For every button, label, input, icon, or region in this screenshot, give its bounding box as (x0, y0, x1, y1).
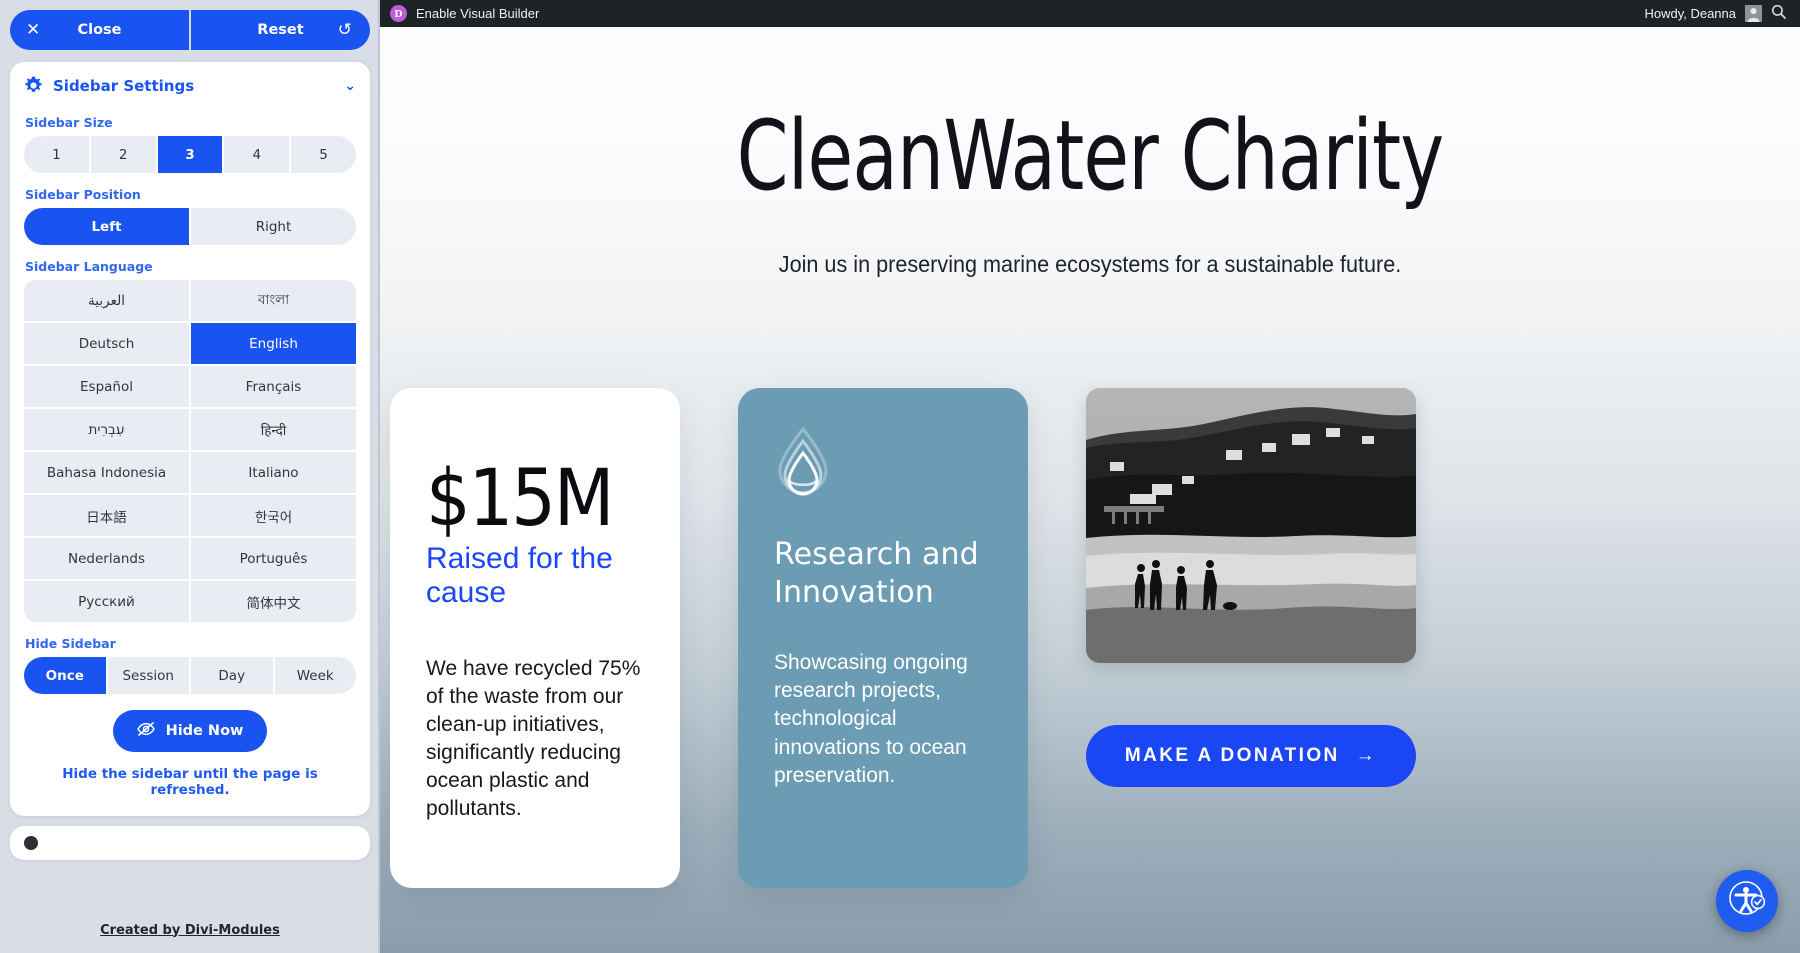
sidebar-language-option-1[interactable]: العربية (24, 280, 189, 321)
hide-now-button[interactable]: Hide Now (112, 710, 268, 752)
beach-coastline-photo (1086, 388, 1416, 663)
hide-sidebar-hint: Hide the sidebar until the page is refre… (62, 766, 318, 798)
hide-sidebar-option-3[interactable]: Day (191, 657, 273, 694)
sidebar-language-option-3[interactable]: Deutsch (24, 323, 189, 364)
sidebar-size-segmented-control: 12345 (24, 136, 356, 173)
sidebar-size-option-2[interactable]: 2 (90, 136, 156, 173)
research-card-body: Showcasing ongoing research projects, te… (774, 650, 968, 788)
accordion-icon (24, 836, 38, 850)
sidebar-settings-title: Sidebar Settings (53, 76, 195, 95)
stat-number: $15M (426, 454, 614, 544)
sidebar-language-option-4[interactable]: English (191, 323, 356, 364)
hide-sidebar-option-2[interactable]: Session (107, 657, 189, 694)
secondary-accordion-card[interactable] (10, 826, 370, 860)
sidebar-language-option-8[interactable]: हिन्दी (191, 409, 356, 450)
divi-modules-sidebar-panel: ✕ Close Reset ↺ Sidebar Settings ⌄ Sideb… (0, 0, 380, 953)
sidebar-language-grid: العربية বাংলা Deutsch English Español Françai… (24, 280, 356, 622)
water-drop-icon (774, 426, 994, 498)
donate-label: MAKE A DONATION (1124, 745, 1340, 766)
sidebar-language-option-6[interactable]: Français (191, 366, 356, 407)
make-a-donation-button[interactable]: MAKE A DONATION → (1086, 725, 1416, 787)
hide-now-wrap: Hide Now (24, 710, 356, 752)
hide-sidebar-option-4[interactable]: Week (274, 657, 356, 694)
close-label: Close (77, 22, 122, 38)
sidebar-position-option-2[interactable]: Right (191, 208, 356, 245)
sidebar-position-option-1[interactable]: Left (24, 208, 189, 245)
sidebar-language-option-9[interactable]: Bahasa Indonesia (24, 452, 189, 493)
sidebar-language-option-12[interactable]: 한국어 (191, 495, 356, 536)
close-icon: ✕ (26, 20, 41, 40)
adminbar-right: Howdy, Deanna (1644, 4, 1800, 23)
close-button[interactable]: ✕ Close (10, 10, 191, 50)
sidebar-position-segmented-control: Left Right (24, 208, 356, 245)
page-title: CleanWater Charity (736, 100, 1444, 212)
photo-card: MAKE A DONATION → (1086, 388, 1416, 888)
accessibility-widget-button[interactable] (1716, 870, 1778, 932)
sidebar-language-option-13[interactable]: Nederlands (24, 538, 189, 579)
panel-top-actions: ✕ Close Reset ↺ (10, 10, 370, 50)
stat-card-body: We have recycled 75% of the waste from o… (426, 657, 641, 820)
hide-sidebar-option-1[interactable]: Once (24, 657, 106, 694)
gear-icon (24, 76, 43, 95)
research-card: Research and Innovation Showcasing ongoi… (738, 388, 1028, 888)
divi-logo-icon[interactable]: D (390, 5, 407, 22)
chevron-down-icon[interactable]: ⌄ (344, 78, 356, 94)
reset-icon: ↺ (337, 20, 352, 40)
sidebar-language-option-2[interactable]: বাংলা (191, 280, 356, 321)
hide-sidebar-label: Hide Sidebar (25, 636, 116, 651)
stat-label: Raised for the cause (426, 542, 613, 609)
sidebar-language-option-5[interactable]: Español (24, 366, 189, 407)
sidebar-settings-accordion-header[interactable]: Sidebar Settings ⌄ (24, 76, 356, 101)
research-card-title: Research and Innovation (774, 537, 979, 611)
hero-section: CleanWater Charity Join us in preserving… (380, 27, 1800, 278)
accessibility-icon (1728, 880, 1766, 923)
reset-button[interactable]: Reset ↺ (191, 10, 370, 50)
cards-row: $15M Raised for the cause We have recycl… (380, 388, 1800, 888)
sidebar-settings-card: Sidebar Settings ⌄ Sidebar Size 12345 Si… (10, 62, 370, 816)
panel-scroll-area[interactable]: Sidebar Settings ⌄ Sidebar Size 12345 Si… (0, 50, 380, 907)
panel-footer: Created by Divi-Modules (0, 907, 380, 953)
arrow-right-icon: → (1355, 745, 1378, 766)
stat-card: $15M Raised for the cause We have recycl… (390, 388, 680, 888)
panel-edge (378, 0, 380, 953)
sidebar-language-option-14[interactable]: Português (191, 538, 356, 579)
eye-off-icon (136, 722, 155, 740)
sidebar-size-option-1[interactable]: 1 (24, 136, 89, 173)
sidebar-language-option-11[interactable]: 日本語 (24, 495, 189, 536)
avatar[interactable] (1745, 5, 1762, 22)
search-icon[interactable] (1771, 4, 1786, 23)
hide-sidebar-segmented-control: Once Session Day Week (24, 657, 356, 694)
sidebar-language-label: Sidebar Language (25, 259, 153, 274)
sidebar-language-option-15[interactable]: Русский (24, 581, 189, 622)
howdy-label[interactable]: Howdy, Deanna (1644, 6, 1736, 21)
sidebar-size-option-4[interactable]: 4 (224, 136, 290, 173)
sidebar-size-label: Sidebar Size (25, 115, 113, 130)
sidebar-position-label: Sidebar Position (25, 187, 141, 202)
hide-now-label: Hide Now (165, 723, 244, 739)
enable-visual-builder-link[interactable]: Enable Visual Builder (416, 6, 539, 21)
sidebar-language-option-16[interactable]: 简体中文 (191, 581, 356, 622)
created-by-divi-modules-link[interactable]: Created by Divi-Modules (100, 923, 280, 938)
sidebar-language-option-7[interactable]: עִבְרִית (24, 409, 189, 450)
sidebar-size-option-3[interactable]: 3 (157, 136, 223, 173)
reset-label: Reset (257, 22, 304, 38)
sidebar-language-option-10[interactable]: Italiano (191, 452, 356, 493)
hero-subtitle: Join us in preserving marine ecosystems … (778, 250, 1402, 277)
sidebar-size-option-5[interactable]: 5 (291, 136, 356, 173)
